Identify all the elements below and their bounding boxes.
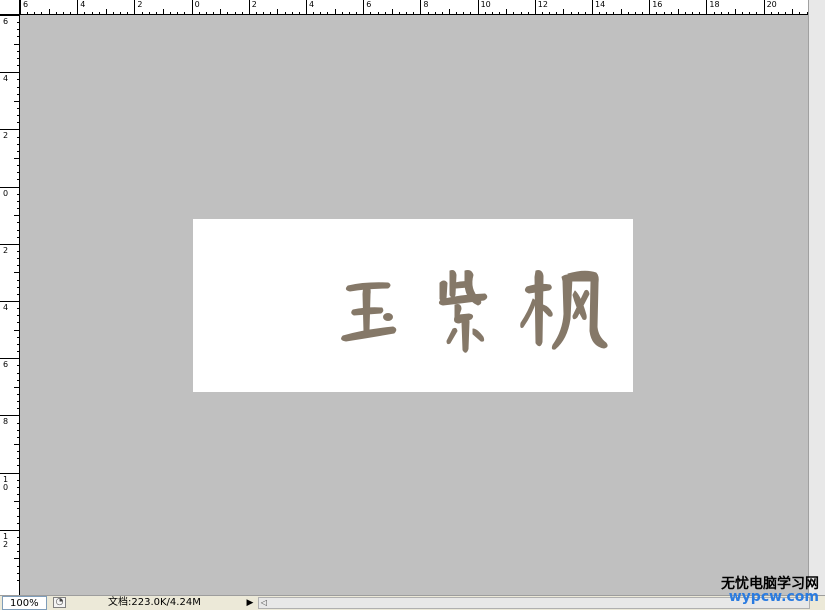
ruler-tick bbox=[0, 358, 19, 360]
vertical-scrollbar[interactable] bbox=[808, 0, 825, 595]
site-watermark: 无忧电脑学习网 wypcw.com bbox=[713, 569, 823, 609]
glyph-yu bbox=[341, 282, 397, 342]
ruler-label: 4 bbox=[80, 0, 86, 9]
ruler-tick bbox=[0, 472, 19, 474]
horizontal-ruler[interactable]: 6 4 2 0 2 4 6 8 10 12 14 16 18 20 bbox=[0, 0, 808, 15]
ruler-tick bbox=[0, 15, 19, 16]
ruler-label: 10 bbox=[480, 0, 491, 9]
ruler-label: 20 bbox=[766, 0, 777, 9]
ruler-label: 2 bbox=[251, 0, 257, 9]
ruler-label: 4 bbox=[3, 303, 9, 312]
ruler-tick bbox=[134, 0, 136, 14]
ruler-label: 12 bbox=[537, 0, 548, 9]
ruler-tick bbox=[0, 186, 19, 188]
ruler-label: 6 bbox=[3, 360, 9, 370]
ruler-tick bbox=[0, 129, 19, 131]
calligraphy-artwork bbox=[341, 270, 608, 353]
ruler-label: 8 bbox=[3, 417, 9, 427]
ruler-label: 0 bbox=[3, 188, 9, 198]
zoom-refresh-icon[interactable]: ◔ bbox=[53, 597, 66, 608]
ruler-tick bbox=[0, 529, 19, 531]
ruler-tick bbox=[420, 0, 422, 14]
ruler-origin-corner[interactable] bbox=[0, 0, 20, 15]
ruler-tick bbox=[77, 0, 79, 14]
ruler-tick bbox=[20, 0, 21, 14]
ruler-tick bbox=[0, 243, 19, 245]
ruler-label: 6 bbox=[3, 17, 9, 26]
status-bar: 100% ◔ 文档:223.0K/4.24M ▶ ◁ bbox=[0, 595, 825, 610]
ruler-label: 14 bbox=[595, 0, 606, 9]
ruler-tick bbox=[477, 0, 479, 14]
ruler-label: 2 bbox=[3, 245, 9, 255]
ruler-label: 0 bbox=[194, 0, 200, 9]
ruler-label: 4 bbox=[3, 74, 9, 84]
ruler-label: 2 bbox=[3, 539, 9, 549]
ruler-label: 4 bbox=[309, 0, 315, 9]
ruler-label: 8 bbox=[423, 0, 429, 9]
ruler-tick bbox=[306, 0, 307, 14]
document-size-info: 文档:223.0K/4.24M bbox=[108, 597, 201, 608]
ruler-tick bbox=[592, 0, 593, 14]
zoom-field[interactable]: 100% bbox=[2, 596, 47, 610]
scroll-left-arrow-icon[interactable]: ◁ bbox=[259, 598, 269, 608]
glyph-feng bbox=[520, 270, 608, 350]
document-canvas[interactable] bbox=[193, 219, 633, 392]
ruler-label: 2 bbox=[3, 131, 9, 141]
triangle-right-icon[interactable]: ▶ bbox=[244, 597, 256, 609]
ruler-tick bbox=[248, 0, 250, 14]
glyph-zi bbox=[438, 270, 488, 353]
ruler-label: 0 bbox=[3, 482, 9, 492]
ruler-label: 6 bbox=[23, 0, 29, 9]
watermark-url: wypcw.com bbox=[728, 589, 819, 605]
canvas-pasteboard[interactable] bbox=[20, 15, 808, 595]
ruler-tick bbox=[0, 415, 19, 417]
ruler-tick bbox=[534, 0, 536, 14]
ruler-label: 6 bbox=[366, 0, 372, 9]
ruler-tick bbox=[191, 0, 193, 14]
ruler-label: 16 bbox=[652, 0, 663, 9]
vertical-ruler[interactable]: 642024681012 bbox=[0, 15, 20, 595]
ruler-tick bbox=[0, 72, 19, 74]
ruler-tick bbox=[0, 301, 19, 302]
ruler-label: 2 bbox=[137, 0, 143, 9]
ruler-tick bbox=[706, 0, 708, 14]
ruler-label: 18 bbox=[709, 0, 720, 9]
ruler-tick bbox=[763, 0, 765, 14]
ruler-tick bbox=[649, 0, 651, 14]
ruler-tick bbox=[363, 0, 365, 14]
